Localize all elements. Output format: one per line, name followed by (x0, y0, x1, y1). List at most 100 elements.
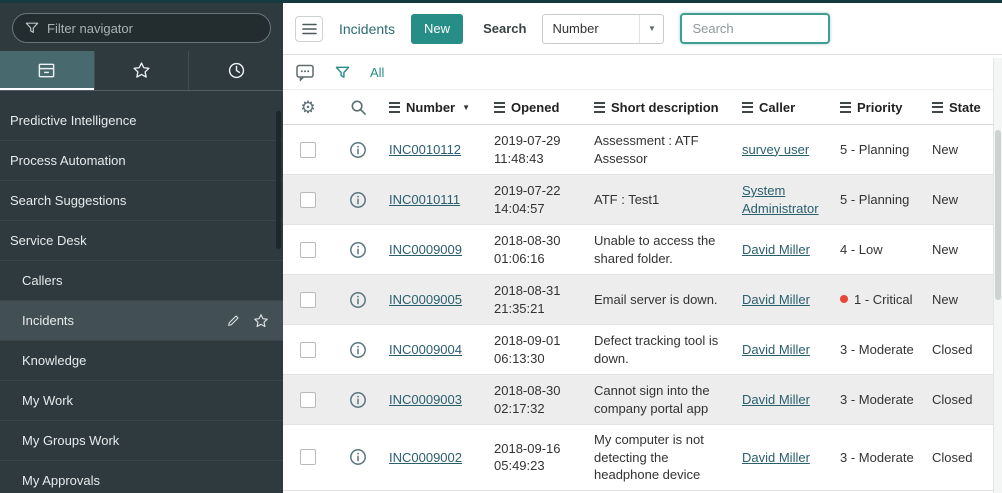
tab-all-applications[interactable] (0, 51, 95, 90)
tab-history[interactable] (189, 51, 283, 90)
personalize-list-gear-button[interactable]: ⚙ (283, 99, 333, 116)
caller-link[interactable]: David Miller (742, 392, 810, 407)
column-menu-icon[interactable] (594, 102, 605, 113)
priority-value: 3 - Moderate (840, 449, 914, 467)
state-cell: Closed (926, 335, 1002, 365)
edit-module-icon[interactable] (226, 313, 241, 328)
number-cell: INC0009004 (383, 335, 488, 365)
info-icon[interactable] (349, 141, 367, 159)
column-menu-icon[interactable] (494, 102, 505, 113)
list-context-menu-button[interactable] (295, 16, 323, 42)
sidebar-item-my-approvals[interactable]: My Approvals (0, 461, 283, 493)
column-menu-icon[interactable] (840, 102, 851, 113)
info-icon[interactable] (349, 448, 367, 466)
incident-number-link[interactable]: INC0009004 (389, 342, 462, 357)
priority-value: 5 - Planning (840, 141, 909, 159)
search-field-select[interactable]: Number ▼ (542, 14, 664, 44)
caller-link[interactable]: David Miller (742, 342, 810, 357)
incident-number-link[interactable]: INC0009003 (389, 392, 462, 407)
filter-navigator-input[interactable] (47, 21, 258, 36)
row-checkbox[interactable] (300, 242, 316, 258)
list-search-toggle-button[interactable] (333, 99, 383, 116)
row-checkbox[interactable] (300, 449, 316, 465)
list-activity-button[interactable] (295, 63, 315, 82)
caller-link[interactable]: David Miller (742, 450, 810, 465)
priority-value: 5 - Planning (840, 191, 909, 209)
row-checkbox[interactable] (300, 392, 316, 408)
column-menu-icon[interactable] (742, 102, 753, 113)
list-scrollbar[interactable] (993, 58, 1002, 493)
caller-link[interactable]: David Miller (742, 292, 810, 307)
column-header-priority[interactable]: Priority (834, 100, 926, 115)
priority-cell: 5 - Planning (834, 185, 926, 215)
column-header-label: State (949, 100, 981, 115)
table-row: INC0009005 2018-08-31 21:35:21 Email ser… (283, 275, 1002, 325)
sidebar-item-label: Search Suggestions (10, 193, 126, 208)
breadcrumb-all-link[interactable]: All (370, 65, 384, 80)
sidebar-item-callers[interactable]: Callers (0, 261, 283, 301)
row-checkbox[interactable] (300, 142, 316, 158)
row-checkbox[interactable] (300, 292, 316, 308)
column-header-short-description[interactable]: Short description (588, 100, 736, 115)
opened-cell: 2018-09-16 05:49:23 (488, 434, 588, 481)
state-cell: Closed (926, 385, 1002, 415)
info-icon[interactable] (349, 341, 367, 359)
sidebar-item-knowledge[interactable]: Knowledge (0, 341, 283, 381)
scrollbar-thumb[interactable] (995, 130, 1001, 300)
sidebar-item-label: My Groups Work (22, 433, 119, 448)
column-header-caller[interactable]: Caller (736, 100, 834, 115)
funnel-icon (25, 21, 39, 35)
sidebar-item-label: Predictive Intelligence (10, 113, 136, 128)
incident-number-link[interactable]: INC0010112 (389, 142, 461, 157)
preview-cell (333, 285, 383, 315)
state-cell: New (926, 285, 1002, 315)
number-cell: INC0009009 (383, 235, 488, 265)
incident-number-link[interactable]: INC0009005 (389, 292, 462, 307)
opened-cell: 2018-08-31 21:35:21 (488, 276, 588, 323)
sidebar-item-process-automation[interactable]: Process Automation (0, 141, 283, 181)
incident-number-link[interactable]: INC0009009 (389, 242, 462, 257)
row-checkbox[interactable] (300, 192, 316, 208)
info-icon[interactable] (349, 291, 367, 309)
opened-cell: 2018-09-01 06:13:30 (488, 326, 588, 373)
info-icon[interactable] (349, 391, 367, 409)
speech-bubble-icon (295, 63, 315, 82)
tab-favorites[interactable] (95, 51, 190, 90)
sidebar-item-label: Process Automation (10, 153, 126, 168)
sidebar-item-label: Service Desk (10, 233, 87, 248)
sidebar-item-search-suggestions[interactable]: Search Suggestions (0, 181, 283, 221)
caller-cell: System Administrator (736, 176, 834, 223)
caller-link[interactable]: David Miller (742, 242, 810, 257)
column-header-state[interactable]: State (926, 100, 1002, 115)
sidebar-item-incidents[interactable]: Incidents (0, 301, 283, 341)
sidebar-scrollbar[interactable] (276, 111, 281, 249)
favorite-star-icon[interactable] (253, 313, 269, 329)
column-header-number[interactable]: Number▼ (383, 100, 488, 115)
caller-cell: David Miller (736, 285, 834, 315)
short-description-cell: ATF : Test1 (588, 185, 736, 215)
column-menu-icon[interactable] (389, 102, 400, 113)
info-icon[interactable] (349, 191, 367, 209)
caller-link[interactable]: survey user (742, 142, 809, 157)
list-search-input[interactable] (680, 13, 830, 44)
caller-link[interactable]: System Administrator (742, 183, 819, 216)
row-checkbox[interactable] (300, 342, 316, 358)
column-menu-icon[interactable] (932, 102, 943, 113)
incident-number-link[interactable]: INC0009002 (389, 450, 462, 465)
incident-number-link[interactable]: INC0010111 (389, 192, 460, 207)
app-window: Predictive Intelligence Process Automati… (0, 3, 1002, 493)
table-row: INC0009003 2018-08-30 02:17:32 Cannot si… (283, 375, 1002, 425)
sidebar-item-service-desk[interactable]: Service Desk (0, 221, 283, 261)
new-record-button[interactable]: New (411, 14, 463, 44)
info-icon[interactable] (349, 241, 367, 259)
sidebar-item-predictive-intelligence[interactable]: Predictive Intelligence (0, 101, 283, 141)
sidebar-item-my-groups-work[interactable]: My Groups Work (0, 421, 283, 461)
preview-cell (333, 135, 383, 165)
filter-navigator-box[interactable] (12, 13, 271, 43)
list-title-bar: Incidents New Search Number ▼ (283, 3, 1002, 55)
filter-button[interactable] (335, 65, 350, 80)
short-description-cell: Unable to access the shared folder. (588, 226, 736, 273)
opened-cell: 2018-08-30 01:06:16 (488, 226, 588, 273)
sidebar-item-my-work[interactable]: My Work (0, 381, 283, 421)
column-header-opened[interactable]: Opened (488, 100, 588, 115)
